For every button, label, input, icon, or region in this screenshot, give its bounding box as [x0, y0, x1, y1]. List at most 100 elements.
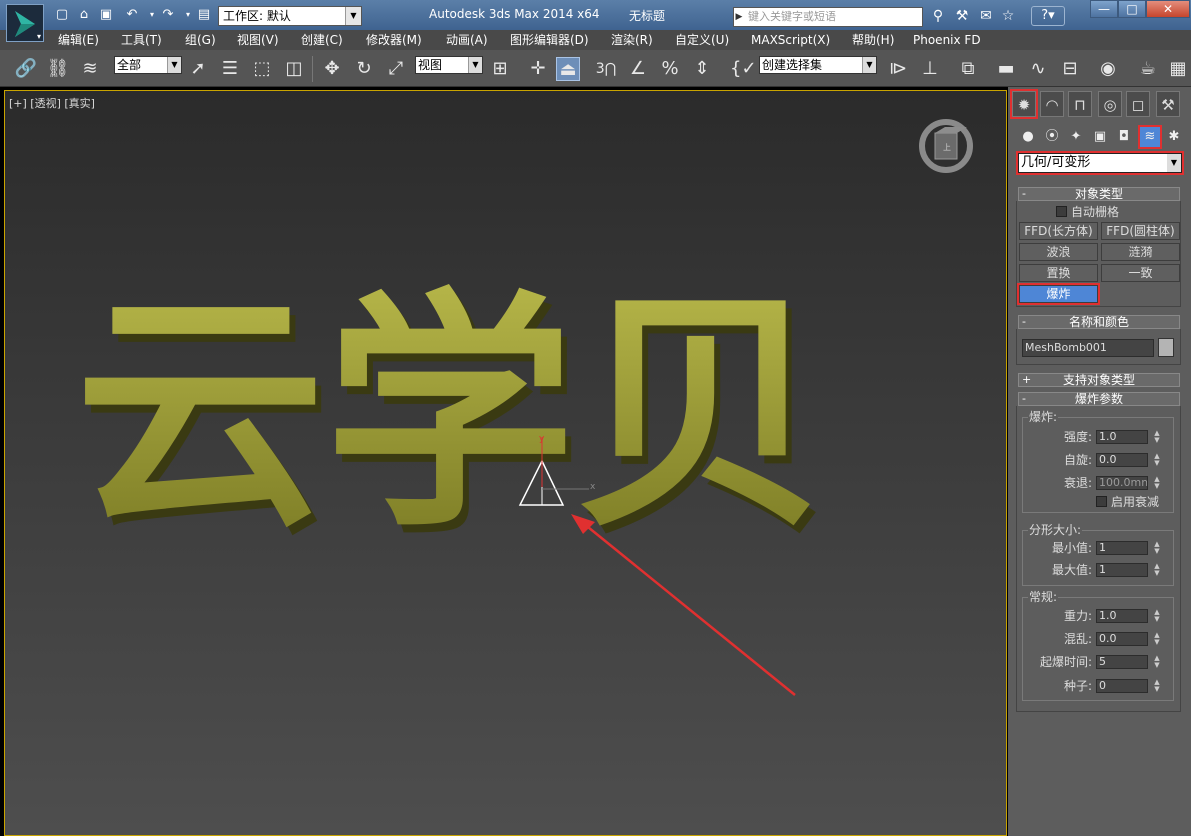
autogrid-checkbox[interactable]	[1056, 206, 1067, 217]
unlink-icon[interactable]: ⛓	[46, 57, 70, 81]
keyboard-shortcut-override-icon[interactable]: ⏏	[556, 57, 580, 81]
named-selection-dropdown[interactable]: 创建选择集 ▼	[759, 56, 877, 74]
open-file-icon[interactable]: ⌂	[76, 7, 92, 23]
bind-space-warp-icon[interactable]: ≋	[78, 57, 102, 81]
help-button[interactable]: ?▾	[1031, 6, 1065, 26]
ffd-box-button[interactable]: FFD(长方体)	[1019, 222, 1098, 240]
menu-create[interactable]: 创建(C)	[301, 32, 343, 48]
redo-dropdown-icon[interactable]: ▾	[180, 7, 196, 23]
menu-views[interactable]: 视图(V)	[237, 32, 279, 48]
bomb-button[interactable]: 爆炸	[1017, 283, 1100, 305]
spin-field[interactable]: 0.0	[1096, 453, 1148, 467]
modify-tab-icon[interactable]: ◠	[1040, 91, 1064, 117]
angle-snap-icon[interactable]: ∠	[626, 57, 650, 81]
object-name-field[interactable]: MeshBomb001	[1022, 339, 1154, 357]
shapes-icon[interactable]: ⦿	[1042, 127, 1062, 147]
hierarchy-tab-icon[interactable]: ⊓	[1068, 91, 1092, 117]
redo-icon[interactable]: ↷	[160, 7, 176, 23]
search-input[interactable]: 键入关键字或短语	[733, 7, 923, 27]
supported-types-rollout-header[interactable]: + 支持对象类型	[1018, 373, 1180, 387]
save-icon[interactable]: ▣	[98, 7, 114, 23]
ffd-cyl-button[interactable]: FFD(圆柱体)	[1101, 222, 1180, 240]
project-folder-icon[interactable]: ▤	[196, 7, 212, 23]
spin-spinner-icon[interactable]: ▲ ▼	[1152, 453, 1162, 467]
chaos-field[interactable]: 0.0	[1096, 632, 1148, 646]
bomb-params-rollout-header[interactable]: - 爆炸参数	[1018, 392, 1180, 406]
strength-spinner-icon[interactable]: ▲ ▼	[1152, 430, 1162, 444]
perspective-viewport[interactable]: [+] [透视] [真实] 云学贝 云学贝 y x 上	[4, 90, 1007, 836]
min-spinner-icon[interactable]: ▲ ▼	[1152, 541, 1162, 555]
rendered-frame-window-icon[interactable]: ▦	[1166, 57, 1190, 81]
menu-modifiers[interactable]: 修改器(M)	[366, 32, 422, 48]
gravity-field[interactable]: 1.0	[1096, 609, 1148, 623]
maximize-button[interactable]: □	[1118, 0, 1146, 18]
category-dropdown[interactable]: 几何/可变形 ▼	[1016, 151, 1184, 175]
strength-field[interactable]: 1.0	[1096, 430, 1148, 444]
ripple-button[interactable]: 涟漪	[1101, 243, 1180, 261]
app-logo[interactable]: ▾	[6, 4, 44, 42]
cameras-icon[interactable]: ▣	[1090, 127, 1110, 147]
menu-maxscript[interactable]: MAXScript(X)	[751, 32, 830, 48]
lights-icon[interactable]: ✦	[1066, 127, 1086, 147]
link-icon[interactable]: 🔗	[14, 57, 38, 81]
edit-named-selection-icon[interactable]: {✓	[730, 57, 757, 81]
object-color-swatch[interactable]	[1158, 338, 1174, 357]
favorites-icon[interactable]: ☆	[999, 8, 1017, 24]
space-warps-icon[interactable]: ≋	[1138, 125, 1162, 149]
layer-manager-icon[interactable]: ⧉	[956, 57, 980, 81]
name-color-rollout-header[interactable]: - 名称和颜色	[1018, 315, 1180, 329]
gravity-spinner-icon[interactable]: ▲ ▼	[1152, 609, 1162, 623]
detonation-field[interactable]: 5	[1096, 655, 1148, 669]
select-by-name-icon[interactable]: ☰	[218, 57, 242, 81]
falloff-spinner-icon[interactable]: ▲ ▼	[1152, 476, 1162, 490]
menu-phoenix-fd[interactable]: Phoenix FD	[913, 32, 981, 48]
menu-edit[interactable]: 编辑(E)	[58, 32, 99, 48]
extruded-text[interactable]: 云学贝 云学贝	[75, 269, 831, 568]
pivot-center-icon[interactable]: ⊞	[488, 57, 512, 81]
minimize-button[interactable]: —	[1090, 0, 1118, 18]
scale-icon[interactable]: ⤢	[384, 57, 408, 81]
displace-button[interactable]: 置换	[1019, 264, 1098, 282]
align-icon[interactable]: ⊥	[918, 57, 942, 81]
new-file-icon[interactable]: ▢	[54, 7, 70, 23]
undo-icon[interactable]: ↶	[124, 7, 140, 23]
seed-field[interactable]: 0	[1096, 679, 1148, 693]
window-crossing-icon[interactable]: ◫	[282, 57, 306, 81]
utilities-tab-icon[interactable]: ⚒	[1156, 91, 1180, 117]
max-field[interactable]: 1	[1096, 563, 1148, 577]
snaps-toggle-icon[interactable]: 3⋂	[594, 57, 618, 81]
menu-tools[interactable]: 工具(T)	[121, 32, 162, 48]
render-setup-icon[interactable]: ☕	[1136, 57, 1160, 81]
display-tab-icon[interactable]: ◻	[1126, 91, 1150, 117]
mirror-icon[interactable]: ⧐	[886, 57, 910, 81]
detonation-spinner-icon[interactable]: ▲ ▼	[1152, 655, 1162, 669]
selection-filter-dropdown[interactable]: 全部 ▼	[114, 56, 182, 74]
move-icon[interactable]: ✥	[320, 57, 344, 81]
reference-coordinate-dropdown[interactable]: 视图 ▼	[415, 56, 483, 74]
seed-spinner-icon[interactable]: ▲ ▼	[1152, 679, 1162, 693]
motion-tab-icon[interactable]: ◎	[1098, 91, 1122, 117]
percent-snap-icon[interactable]: %	[658, 57, 682, 81]
spinner-snap-icon[interactable]: ⇕	[690, 57, 714, 81]
close-button[interactable]: ✕	[1146, 0, 1190, 18]
rectangular-selection-icon[interactable]: ⬚	[250, 57, 274, 81]
menu-animation[interactable]: 动画(A)	[446, 32, 488, 48]
material-editor-icon[interactable]: ◉	[1096, 57, 1120, 81]
viewcube[interactable]: 上	[917, 117, 975, 175]
menu-graph-editors[interactable]: 图形编辑器(D)	[510, 32, 589, 48]
geometry-icon[interactable]: ●	[1018, 127, 1038, 147]
wave-button[interactable]: 波浪	[1019, 243, 1098, 261]
menu-customize[interactable]: 自定义(U)	[675, 32, 729, 48]
menu-help[interactable]: 帮助(H)	[852, 32, 894, 48]
graphite-tools-icon[interactable]: ▬	[994, 57, 1018, 81]
chaos-spinner-icon[interactable]: ▲ ▼	[1152, 632, 1162, 646]
select-manipulate-icon[interactable]: ✛	[526, 57, 550, 81]
helpers-icon[interactable]: ◘	[1114, 127, 1134, 147]
workspace-dropdown[interactable]: 工作区: 默认 ▼	[218, 6, 362, 26]
binoculars-icon[interactable]: ⚲	[929, 8, 947, 24]
menu-rendering[interactable]: 渲染(R)	[611, 32, 653, 48]
max-spinner-icon[interactable]: ▲ ▼	[1152, 563, 1162, 577]
curve-editor-icon[interactable]: ∿	[1026, 57, 1050, 81]
search-expand-icon[interactable]: ▶	[733, 7, 745, 27]
systems-icon[interactable]: ✱	[1164, 127, 1184, 147]
